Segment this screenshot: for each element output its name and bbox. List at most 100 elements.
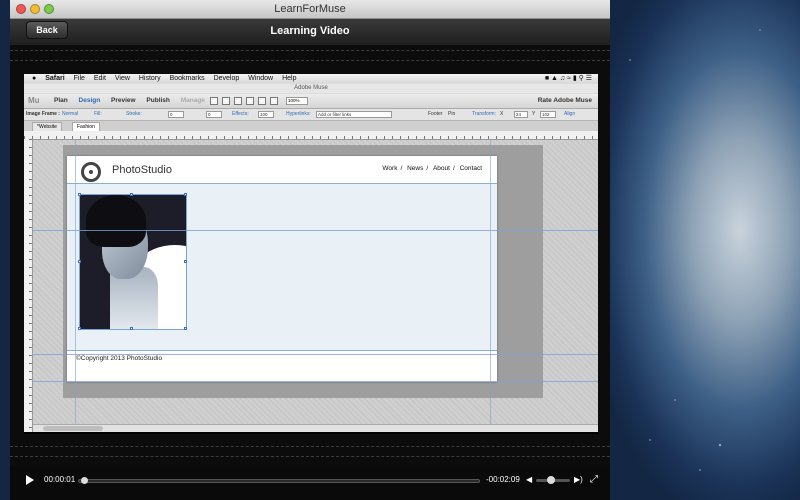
nav-separator: / xyxy=(400,165,403,172)
menu-window: Window xyxy=(248,75,274,82)
divider xyxy=(10,456,610,458)
zoom-select: 100% xyxy=(286,97,308,105)
menu-extras: ■ ▲ ♫ ≈ ▮ ⚲ ☰ xyxy=(544,75,592,82)
resize-handle xyxy=(78,260,81,263)
resize-handle xyxy=(184,327,187,330)
seek-bar[interactable] xyxy=(78,479,480,483)
links-field: Add or filter links xyxy=(316,111,392,118)
resize-handle xyxy=(184,260,187,263)
resize-handle xyxy=(78,193,81,196)
horizontal-scrollbar xyxy=(33,424,598,432)
remaining-time: -00:02:09 xyxy=(486,475,520,484)
menu-view: View xyxy=(114,75,130,82)
align-label: Align xyxy=(564,111,576,117)
volume-high-icon[interactable]: ▶) xyxy=(574,475,583,484)
player-controls: 00:00:01 -00:02:09 ◀ ▶) ⤢ xyxy=(10,466,610,500)
stroke-label: Stroke: xyxy=(126,111,142,117)
resize-handle xyxy=(184,193,187,196)
stroke-field: 0 xyxy=(168,111,184,118)
elapsed-time: 00:00:01 xyxy=(44,475,76,484)
menu-bookmarks: Bookmarks xyxy=(169,75,205,82)
menu-safari: Safari xyxy=(45,75,65,82)
y-field: 102 xyxy=(540,111,556,118)
divider xyxy=(10,60,610,62)
app-header: Back Learning Video xyxy=(10,19,610,45)
control-strip: Image Frame : Normal Fill: Stroke: 0 0 E… xyxy=(24,109,598,121)
horizontal-ruler xyxy=(24,131,598,140)
x-field: 24 xyxy=(514,111,528,118)
nav-separator: / xyxy=(426,165,429,172)
mode-manage: Manage xyxy=(180,97,205,104)
select-tool-icon xyxy=(210,97,218,105)
video-frame[interactable]: ● Safari File Edit View History Bookmark… xyxy=(24,74,598,434)
mode-tabs: Plan Design Preview Publish Manage xyxy=(54,94,214,108)
fullscreen-icon[interactable]: ⤢ xyxy=(590,474,598,485)
portrait-hair xyxy=(86,195,146,247)
apple-icon: ● xyxy=(32,75,37,82)
logo-icon xyxy=(81,162,101,182)
guide-line xyxy=(33,381,598,382)
site-nav: Work / News / About / Contact xyxy=(379,165,482,172)
pin-label: Pin xyxy=(448,111,456,117)
guide-line xyxy=(33,354,598,355)
muse-window-title: Adobe Muse xyxy=(24,84,598,93)
menu-history: History xyxy=(138,75,161,82)
mode-publish: Publish xyxy=(146,97,170,104)
vertical-ruler xyxy=(24,139,33,432)
app-window: LearnForMuse Back Learning Video ● Safar… xyxy=(10,0,610,500)
volume-knob[interactable] xyxy=(547,476,556,484)
padding-field: 0 xyxy=(206,111,222,118)
nav-news: News xyxy=(407,165,424,172)
nav-work: Work xyxy=(382,165,398,172)
mode-design: Design xyxy=(78,97,101,104)
text-tool-icon xyxy=(234,97,242,105)
y-label: Y xyxy=(532,111,536,117)
brand-name: PhotoStudio xyxy=(112,164,172,176)
nav-about: About xyxy=(432,165,450,172)
menu-develop: Develop xyxy=(213,75,240,82)
title-bar: LearnForMuse xyxy=(10,0,610,19)
hyperlinks-label: Hyperlinks: xyxy=(286,111,311,117)
hand-tool-icon xyxy=(258,97,266,105)
effects-label: Effects: xyxy=(232,111,249,117)
window-title: LearnForMuse xyxy=(274,3,346,15)
rectangle-tool-icon xyxy=(270,97,278,105)
muse-logo: Mu xyxy=(28,96,40,105)
divider xyxy=(10,446,610,448)
volume-low-icon[interactable]: ◀ xyxy=(526,475,532,484)
mode-preview: Preview xyxy=(111,97,136,104)
muse-mode-bar: Mu Plan Design Preview Publish Manage 10… xyxy=(24,94,598,109)
nav-contact: Contact xyxy=(459,165,482,172)
opacity-field: 100 xyxy=(258,111,274,118)
image-frame-label: Image Frame : xyxy=(26,111,60,117)
footer-label: Footer xyxy=(428,111,443,117)
menu-file: File xyxy=(73,75,85,82)
x-label: X xyxy=(500,111,504,117)
play-icon[interactable] xyxy=(26,475,34,485)
nav-separator: / xyxy=(452,165,455,172)
guide-line xyxy=(33,230,598,231)
transform-label: Transform: xyxy=(472,111,496,117)
scroll-thumb xyxy=(43,426,103,431)
zoom-tool-icon xyxy=(246,97,254,105)
divider xyxy=(10,50,610,52)
mode-plan: Plan xyxy=(54,97,68,104)
mac-menu-bar: ● Safari File Edit View History Bookmark… xyxy=(24,74,598,83)
resize-handle xyxy=(130,327,133,330)
portrait-image xyxy=(79,194,187,330)
guide-line xyxy=(75,140,76,424)
video-screen: ● Safari File Edit View History Bookmark… xyxy=(24,74,598,432)
web-page: PhotoStudio Work / News / About / Contact xyxy=(67,156,497,382)
resize-handle xyxy=(130,193,133,196)
normal-state: Normal xyxy=(62,111,79,117)
rate-muse-link: Rate Adobe Muse xyxy=(537,97,592,104)
header-title: Learning Video xyxy=(270,25,350,37)
guide-line xyxy=(490,140,491,424)
menu-edit: Edit xyxy=(93,75,106,82)
copyright-text: ©Copyright 2013 PhotoStudio xyxy=(76,355,163,362)
document-tabs: *Website Fashion xyxy=(24,121,598,132)
menu-help: Help xyxy=(282,75,297,82)
fill-label: Fill: xyxy=(94,111,102,117)
crop-tool-icon xyxy=(222,97,230,105)
resize-handle xyxy=(78,327,81,330)
